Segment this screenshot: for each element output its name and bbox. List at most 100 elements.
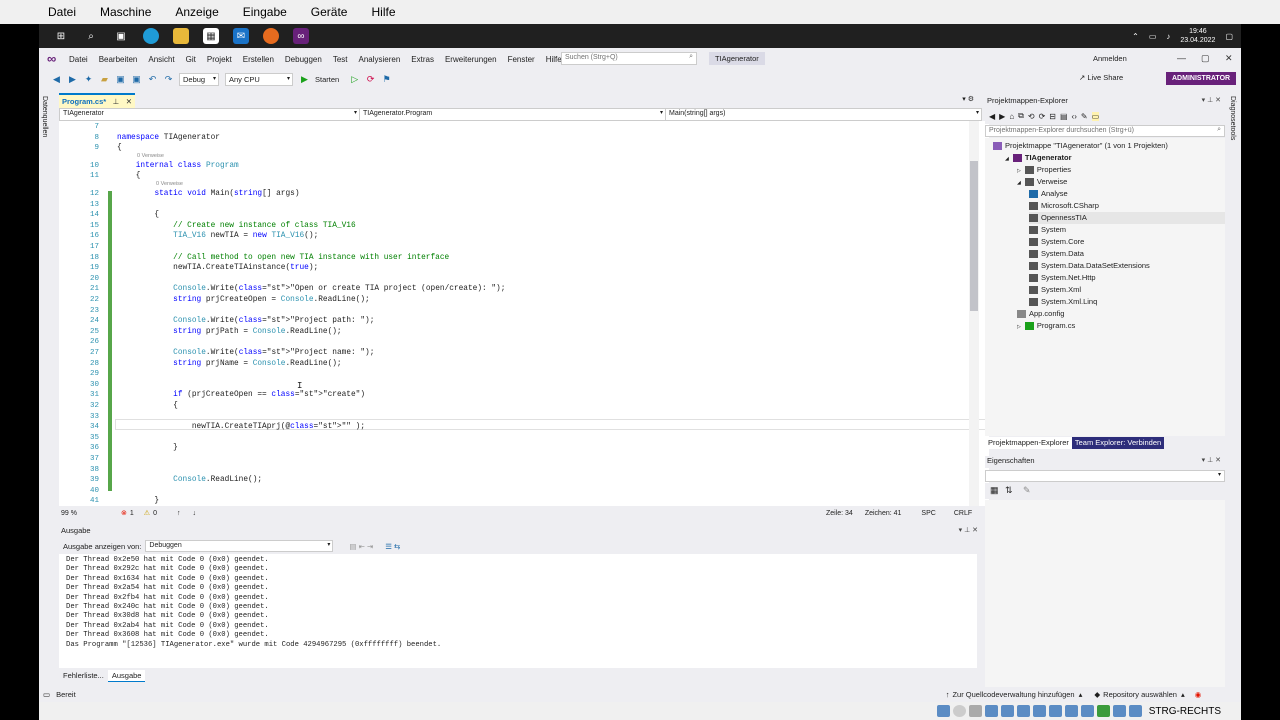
bookmark-icon[interactable]: ⚑: [381, 74, 392, 85]
capture-icon[interactable]: [1048, 705, 1062, 717]
panel-controls-icon[interactable]: ▾ ⊥ ✕: [1202, 456, 1221, 464]
tab-solution-explorer[interactable]: Projektmappen-Explorer: [985, 437, 1072, 449]
new-project-icon[interactable]: ✦: [83, 74, 94, 85]
optical-drive-icon[interactable]: [952, 705, 966, 717]
menu-projekt[interactable]: Projekt: [207, 55, 232, 64]
drag-drop-icon[interactable]: [1064, 705, 1078, 717]
execution-engine-icon[interactable]: [1096, 705, 1110, 717]
line-ending[interactable]: CRLF: [954, 510, 972, 517]
nav-member-dropdown[interactable]: Main(string[] args) ▾: [666, 109, 981, 120]
references-codelens[interactable]: 0 Verweise: [156, 181, 183, 187]
tab-program-cs[interactable]: Program.cs* ⊥ ✕: [59, 93, 135, 108]
code-editor[interactable]: 7 8 namespace TIAgenerator 9{0 Verweise 10 i…: [59, 121, 989, 506]
tab-error-list[interactable]: Fehlerliste...: [59, 670, 108, 682]
solution-tree-item[interactable]: System.Data: [1029, 248, 1084, 260]
hdd-icon[interactable]: [936, 705, 950, 717]
store-icon[interactable]: ▦: [203, 28, 219, 44]
back-icon[interactable]: ◀: [51, 74, 62, 85]
view-code-icon[interactable]: ‹›: [1072, 112, 1077, 121]
nav-type-dropdown[interactable]: TIAgenerator.Program ▾: [360, 109, 666, 120]
undo-icon[interactable]: ↶: [147, 74, 158, 85]
panel-controls-icon[interactable]: ▾ ⊥ ✕: [1202, 96, 1221, 104]
wrench-icon[interactable]: ✎: [1023, 485, 1031, 496]
down-arrow-icon[interactable]: ↓: [192, 510, 196, 517]
tab-options-icon[interactable]: ▾ ⚙: [962, 95, 974, 103]
expanded-arrow-icon[interactable]: ◢: [1005, 156, 1009, 162]
output-text[interactable]: Der Thread 0x2e50 hat mit Code 0 (0x0) g…: [59, 554, 977, 668]
preview-icon[interactable]: ▭: [1091, 111, 1100, 121]
close-icon[interactable]: ✕: [1225, 53, 1233, 64]
signin-link[interactable]: Anmelden: [1093, 54, 1127, 63]
mail-icon[interactable]: ✉: [233, 28, 249, 44]
warning-count[interactable]: 0: [153, 510, 157, 517]
host-menu-maschine[interactable]: Maschine: [100, 5, 151, 19]
cpu-icon[interactable]: [1080, 705, 1094, 717]
network-icon[interactable]: ▭: [1149, 32, 1157, 41]
solution-tree-item[interactable]: ▷ Program.cs: [1017, 320, 1075, 332]
menu-ansicht[interactable]: Ansicht: [148, 55, 174, 64]
forward-icon[interactable]: ▶: [67, 74, 78, 85]
keyboard-icon[interactable]: [1128, 705, 1142, 717]
scrollbar-thumb[interactable]: [970, 161, 978, 311]
solution-tree-item[interactable]: System.Xml.Linq: [1029, 296, 1097, 308]
live-share-button[interactable]: ↗ Live Share: [1079, 73, 1123, 82]
word-wrap-icon[interactable]: ☰ ⇆: [385, 542, 400, 551]
host-menu-anzeige[interactable]: Anzeige: [175, 5, 218, 19]
solution-tree-item[interactable]: Microsoft.CSharp: [1029, 200, 1099, 212]
menu-test[interactable]: Test: [333, 55, 348, 64]
tab-output[interactable]: Ausgabe: [107, 670, 146, 682]
pin-icon[interactable]: ⊥: [113, 97, 120, 106]
solution-tree-item[interactable]: Projektmappe "TIAgenerator" (1 von 1 Pro…: [993, 140, 1168, 152]
references-codelens[interactable]: 0 Verweise: [137, 153, 164, 159]
menu-fenster[interactable]: Fenster: [508, 55, 535, 64]
forward-icon[interactable]: ▶: [999, 112, 1005, 121]
menu-erstellen[interactable]: Erstellen: [243, 55, 274, 64]
zoom-level[interactable]: 99 %: [61, 510, 91, 517]
close-icon[interactable]: ✕: [126, 97, 132, 106]
collapse-all-icon[interactable]: ⊟: [1049, 112, 1056, 121]
history-icon[interactable]: ⟲: [1028, 112, 1035, 121]
notification-bell-icon[interactable]: ◉: [1195, 690, 1202, 699]
redo-icon[interactable]: ↷: [163, 74, 174, 85]
solution-tree-item[interactable]: System: [1029, 224, 1066, 236]
nav-project-dropdown[interactable]: TIAgenerator ▾: [60, 109, 360, 120]
usb-icon[interactable]: [1000, 705, 1014, 717]
solution-tree-item[interactable]: System.Net.Http: [1029, 272, 1096, 284]
switch-views-icon[interactable]: ⧉: [1018, 111, 1024, 121]
network-icon[interactable]: [984, 705, 998, 717]
categorized-icon[interactable]: ▦: [990, 485, 999, 496]
menu-debuggen[interactable]: Debuggen: [285, 55, 322, 64]
open-icon[interactable]: ▰: [99, 74, 110, 85]
platform-dropdown[interactable]: Any CPU ▾: [225, 72, 293, 86]
editor-scrollbar[interactable]: [969, 121, 979, 506]
menu-extras[interactable]: Extras: [411, 55, 434, 64]
solution-tree-item[interactable]: Analyse: [1029, 188, 1068, 200]
solution-tree-item[interactable]: System.Xml: [1029, 284, 1081, 296]
data-sources-tab[interactable]: Datenquellen: [41, 96, 48, 137]
save-all-icon[interactable]: ▣: [131, 74, 142, 85]
notifications-icon[interactable]: ▢: [1225, 32, 1233, 41]
back-icon[interactable]: ◀: [989, 112, 995, 121]
search-icon[interactable]: ⌕: [83, 28, 99, 44]
diagnostics-tab[interactable]: Diagnosetools: [1229, 96, 1236, 140]
menu-hilfe[interactable]: Hilfe: [546, 55, 562, 64]
audio-icon[interactable]: [968, 705, 982, 717]
hot-reload-icon[interactable]: ⟳: [365, 74, 376, 85]
host-menu-datei[interactable]: Datei: [48, 5, 76, 19]
select-repository-button[interactable]: Repository auswählen: [1103, 690, 1177, 699]
tab-team-explorer[interactable]: Team Explorer: Verbinden: [1071, 437, 1165, 449]
windows-start-icon[interactable]: ⊞: [53, 28, 69, 44]
menu-analysieren[interactable]: Analysieren: [358, 55, 400, 64]
start-without-debug-icon[interactable]: ▷: [349, 74, 360, 85]
menu-datei[interactable]: Datei: [69, 55, 88, 64]
error-count[interactable]: 1: [130, 510, 134, 517]
mouse-integration-icon[interactable]: [1112, 705, 1126, 717]
visual-studio-icon[interactable]: ∞: [293, 28, 309, 44]
task-view-icon[interactable]: ▣: [113, 28, 129, 44]
solution-tree-item[interactable]: ▷ Properties: [1017, 164, 1071, 176]
properties-object-dropdown[interactable]: ▾: [985, 470, 1225, 482]
solution-tree-item[interactable]: App.config: [1017, 308, 1064, 320]
edge-icon[interactable]: [143, 28, 159, 44]
collapsed-arrow-icon[interactable]: ▷: [1017, 168, 1021, 174]
up-arrow-icon[interactable]: ↑: [177, 510, 181, 517]
